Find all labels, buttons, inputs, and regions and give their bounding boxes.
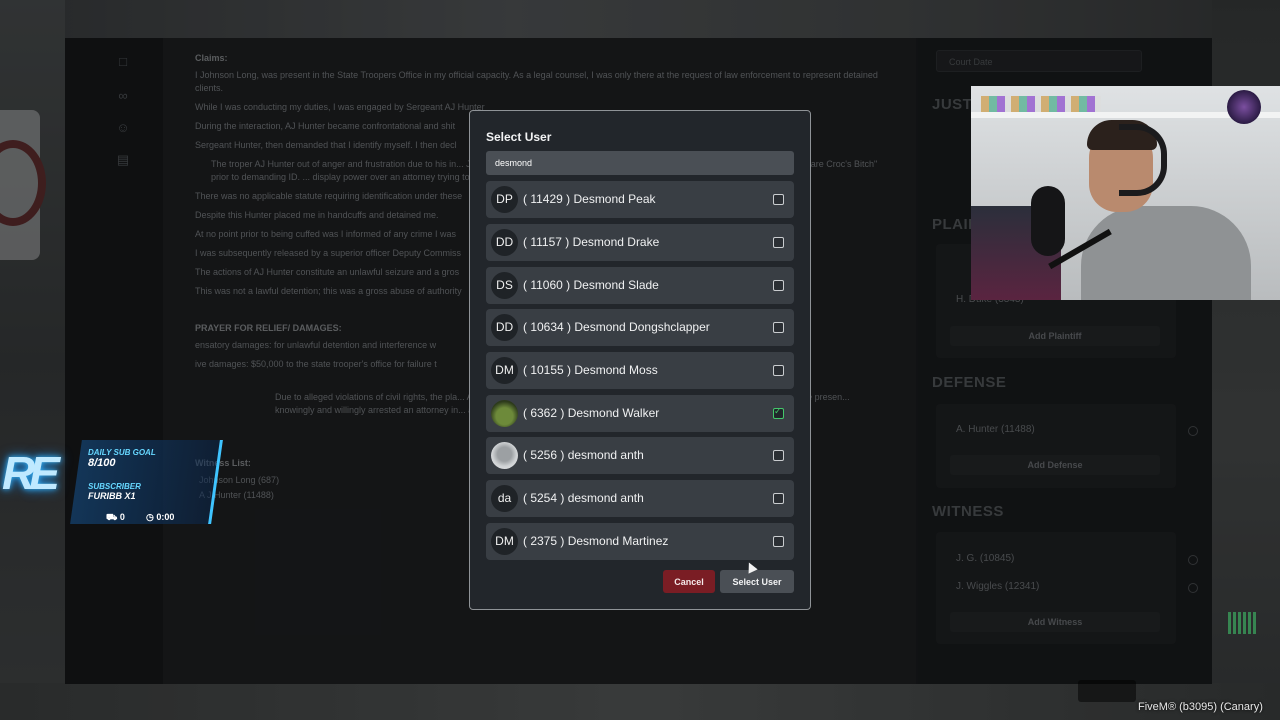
- user-checkbox[interactable]: [773, 237, 784, 248]
- user-checkbox[interactable]: [773, 280, 784, 291]
- timer: ◷ 0:00: [146, 512, 175, 522]
- user-checkbox[interactable]: [773, 536, 784, 547]
- user-search-input[interactable]: [486, 151, 794, 175]
- streamer-body: [1081, 206, 1251, 300]
- user-checkbox-checked[interactable]: [773, 406, 784, 419]
- user-checkbox[interactable]: [773, 322, 784, 333]
- user-checkbox[interactable]: [773, 450, 784, 461]
- user-avatar: da: [491, 485, 518, 512]
- player-hud-badge: [1078, 680, 1136, 702]
- user-avatar-photo: [491, 400, 518, 427]
- shelf-collectibles: [981, 96, 1101, 112]
- daily-sub-goal-label: DAILY SUB GOAL: [88, 448, 156, 457]
- select-user-modal: Select User DP ( 11429 ) Desmond Peak DD…: [469, 110, 811, 610]
- user-label: ( 10155 ) Desmond Moss: [523, 363, 658, 377]
- user-avatar: DP: [491, 186, 518, 213]
- select-user-button[interactable]: Select User: [720, 570, 794, 593]
- streamer-logo: [1227, 90, 1261, 124]
- daily-sub-goal-value: 8/100: [88, 457, 116, 469]
- subscriber-value: FURIBB X1: [88, 491, 136, 501]
- user-row[interactable]: DM ( 10155 ) Desmond Moss: [486, 352, 794, 389]
- user-row[interactable]: DP ( 11429 ) Desmond Peak: [486, 181, 794, 218]
- user-label: ( 2375 ) Desmond Martinez: [523, 534, 669, 548]
- user-row[interactable]: DD ( 10634 ) Desmond Dongshclapper: [486, 309, 794, 346]
- user-label: ( 6362 ) Desmond Walker: [523, 406, 660, 420]
- user-checkbox[interactable]: [773, 365, 784, 376]
- user-avatar: DM: [491, 528, 518, 555]
- user-row[interactable]: DS ( 11060 ) Desmond Slade: [486, 267, 794, 304]
- microphone: [1031, 186, 1065, 256]
- user-label: ( 5256 ) desmond anth: [523, 448, 644, 462]
- user-checkbox[interactable]: [773, 194, 784, 205]
- user-avatar-photo: [491, 442, 518, 469]
- user-label: ( 5254 ) desmond anth: [523, 491, 644, 505]
- user-label: ( 11060 ) Desmond Slade: [523, 278, 659, 292]
- webcam-feed: [971, 86, 1280, 300]
- vehicle-counter: ⛟ 0: [106, 512, 125, 522]
- user-row[interactable]: DM ( 2375 ) Desmond Martinez: [486, 523, 794, 560]
- user-label: ( 11157 ) Desmond Drake: [523, 235, 660, 249]
- modal-title: Select User: [486, 130, 552, 144]
- stream-logo: RE: [2, 447, 60, 499]
- user-avatar: DD: [491, 229, 518, 256]
- subscriber-label: SUBSCRIBER: [88, 482, 141, 491]
- timer-value: 0:00: [156, 512, 175, 522]
- user-avatar: DD: [491, 314, 518, 341]
- user-avatar: DS: [491, 272, 518, 299]
- cancel-button[interactable]: Cancel: [663, 570, 715, 593]
- fivem-watermark: FiveM® (b3095) (Canary): [1138, 701, 1263, 713]
- user-row[interactable]: ( 5256 ) desmond anth: [486, 437, 794, 474]
- user-checkbox[interactable]: [773, 493, 784, 504]
- user-row[interactable]: DD ( 11157 ) Desmond Drake: [486, 224, 794, 261]
- headphones: [1119, 124, 1167, 196]
- user-avatar: DM: [491, 357, 518, 384]
- user-row[interactable]: ( 6362 ) Desmond Walker: [486, 395, 794, 432]
- user-row[interactable]: da ( 5254 ) desmond anth: [486, 480, 794, 517]
- user-label: ( 10634 ) Desmond Dongshclapper: [523, 320, 710, 334]
- vehicle-count: 0: [119, 512, 125, 522]
- voice-indicator: [1228, 612, 1256, 634]
- user-label: ( 11429 ) Desmond Peak: [523, 192, 656, 206]
